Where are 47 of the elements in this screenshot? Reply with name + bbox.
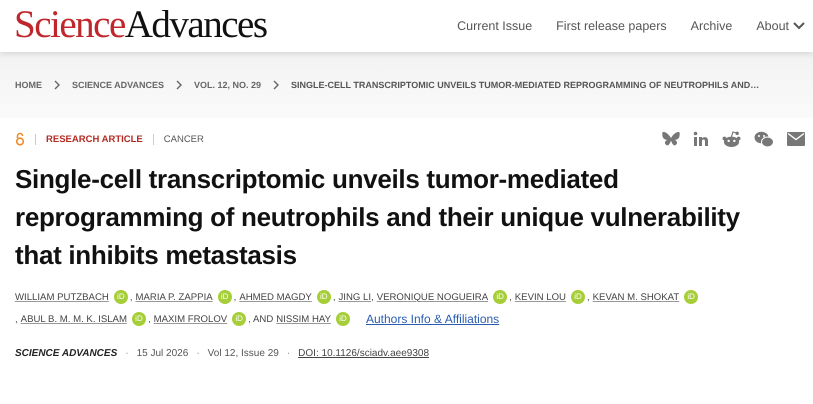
- chevron-right-icon: [176, 80, 182, 90]
- nav-link[interactable]: About: [756, 19, 805, 33]
- publication-date: 15 Jul 2026: [136, 348, 188, 359]
- separator-dot: ·: [286, 348, 290, 359]
- linkedin-icon[interactable]: [693, 131, 709, 147]
- article-type[interactable]: RESEARCH ARTICLE: [46, 134, 143, 144]
- separator-text: ,: [15, 314, 18, 324]
- separator-text: ,: [371, 292, 374, 302]
- journal-name: SCIENCE ADVANCES: [15, 348, 118, 359]
- butterfly-icon[interactable]: [662, 131, 680, 147]
- separator-text: ,: [130, 292, 132, 302]
- breadcrumb-link[interactable]: HOME: [15, 80, 42, 90]
- separator-text: ,: [148, 314, 151, 324]
- chevron-right-icon: [273, 80, 280, 90]
- author-link[interactable]: ABUL B. M. M. K. ISLAM: [20, 314, 127, 324]
- breadcrumb-link[interactable]: VOL. 12, NO. 29: [194, 80, 262, 90]
- chevron-right-icon: [54, 80, 60, 90]
- separator-text: ,: [234, 292, 236, 302]
- author-link[interactable]: MAXIM FROLOV: [154, 314, 228, 324]
- breadcrumb-link[interactable]: SCIENCE ADVANCES: [72, 80, 164, 90]
- nav-link[interactable]: Archive: [690, 19, 732, 33]
- author-link[interactable]: WILLIAM PUTZBACH: [15, 292, 109, 302]
- article-title: Single-cell transcriptomic unveils tumor-mediated reprogramming of neutrophils and their unique vulnerability that inhibits metastasis: [15, 163, 741, 272]
- separator-text: , AND: [248, 314, 274, 324]
- separator-text: ,: [509, 292, 512, 302]
- author-link[interactable]: KEVAN M. SHOKAT: [592, 292, 680, 302]
- author-link[interactable]: KEVIN LOU: [514, 292, 566, 302]
- separator-dot: ·: [125, 348, 129, 359]
- author-link[interactable]: NISSIM HAY: [276, 314, 331, 324]
- issue-link[interactable]: Vol 12, Issue 29: [208, 348, 279, 359]
- reddit-icon[interactable]: [722, 130, 741, 148]
- separator-dot: ·: [196, 348, 200, 359]
- nav-link[interactable]: First release papers: [556, 19, 667, 33]
- separator-text: ,: [332, 292, 336, 302]
- affiliations-link[interactable]: Authors Info & Affiliations: [366, 312, 500, 326]
- email-icon[interactable]: [787, 132, 805, 146]
- wechat-icon[interactable]: [754, 130, 774, 148]
- author-link[interactable]: JING LI: [338, 292, 372, 302]
- doi-link[interactable]: DOI: 10.1126/sciadv.aee9308: [298, 348, 430, 359]
- author-link[interactable]: MARIA P. ZAPPIA: [136, 292, 213, 302]
- author-link[interactable]: AHMED MAGDY: [239, 292, 312, 302]
- journal-logo[interactable]: ScienceAdvances: [14, 4, 267, 44]
- separator-text: ,: [586, 292, 590, 302]
- nav-link[interactable]: Current Issue: [457, 19, 532, 33]
- breadcrumb-link[interactable]: SINGLE-CELL TRANSCRIPTOMIC UNVEILS TUMOR-MEDIATED REPROGRAMMING OF NEUTROPHILS AND…: [291, 80, 760, 90]
- subject-label[interactable]: CANCER: [164, 134, 204, 144]
- author-link[interactable]: VERONIQUE NOGUEIRA: [376, 292, 488, 302]
